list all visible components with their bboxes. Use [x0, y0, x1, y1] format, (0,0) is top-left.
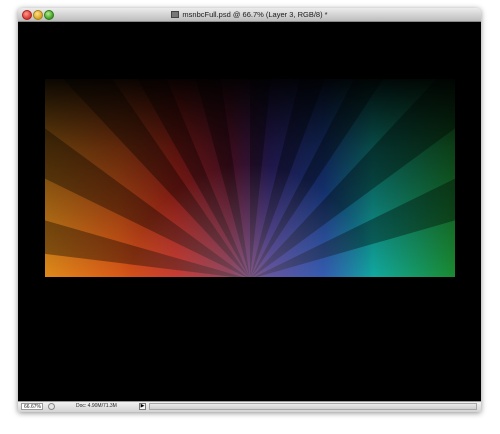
canvas-area[interactable]	[18, 22, 481, 402]
rays-image	[45, 79, 455, 277]
zoom-level-field[interactable]: 66.67%	[21, 403, 43, 410]
status-menu-arrow-button[interactable]: ▶	[139, 403, 146, 410]
status-bar: 66.67% Doc: 4.90M/71.3M ▶	[18, 401, 481, 412]
photoshop-document-window: msnbcFull.psd @ 66.7% (Layer 3, RGB/8) *	[18, 8, 481, 412]
document-size-info: Doc: 4.90M/71.3M	[76, 403, 117, 409]
window-title: msnbcFull.psd @ 66.7% (Layer 3, RGB/8) *	[182, 10, 328, 19]
title-wrap: msnbcFull.psd @ 66.7% (Layer 3, RGB/8) *	[18, 9, 481, 20]
horizontal-scrollbar[interactable]	[149, 403, 477, 410]
document-icon	[171, 11, 180, 18]
rainbow-rays-artwork[interactable]	[45, 79, 455, 277]
info-icon[interactable]	[48, 403, 55, 410]
title-bar[interactable]: msnbcFull.psd @ 66.7% (Layer 3, RGB/8) *	[18, 8, 481, 22]
